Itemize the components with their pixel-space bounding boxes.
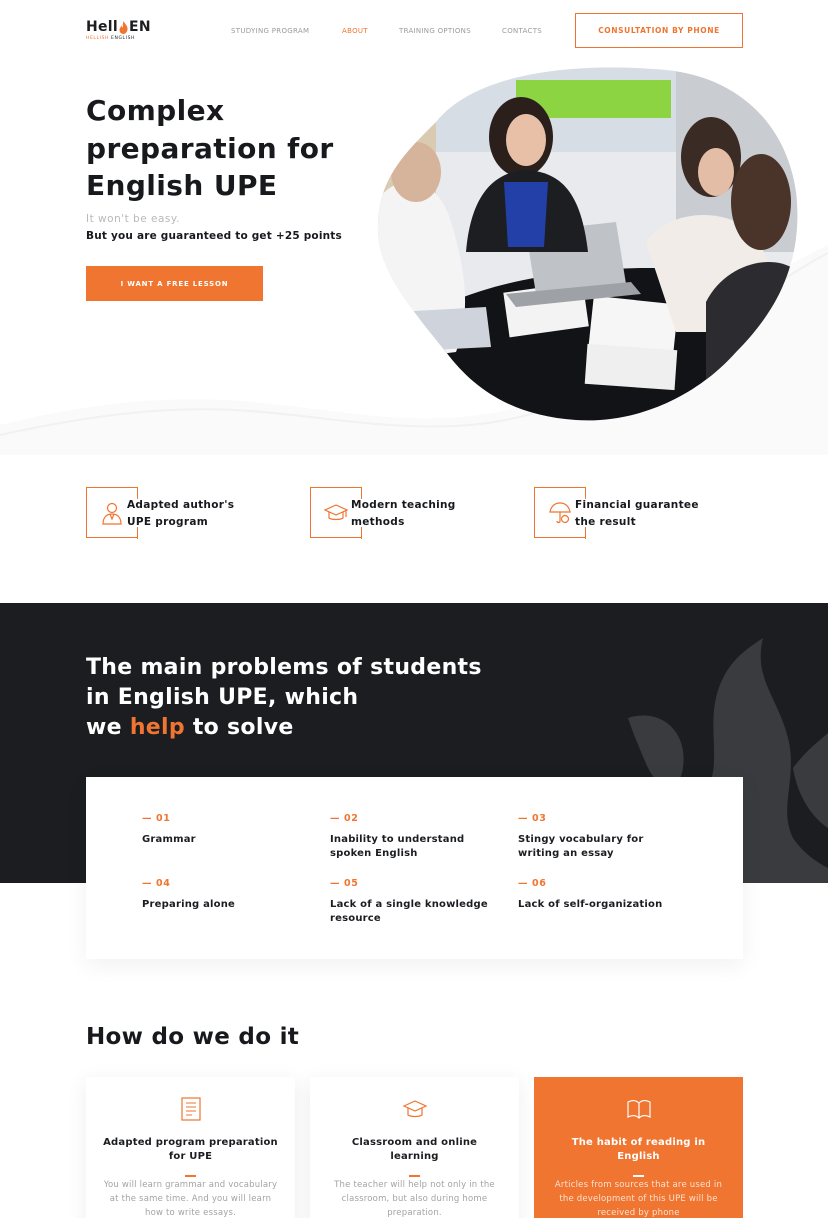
free-lesson-button[interactable]: I WANT A FREE LESSON <box>86 266 263 301</box>
how-card-text: You will learn grammar and vocabulary at… <box>103 1180 278 1218</box>
problem-label: Grammar <box>142 834 196 845</box>
how-card-divider <box>409 1175 420 1177</box>
nav-contacts[interactable]: CONTACTS <box>502 27 542 35</box>
how-card-text: The teacher will help not only in the cl… <box>334 1180 495 1218</box>
book-icon <box>627 1100 651 1119</box>
hero-title-line: Complex <box>86 94 225 127</box>
problem-number: — 02 <box>330 813 359 824</box>
how-card-divider <box>633 1175 644 1177</box>
how-card-title: Classroom and online learning <box>351 1137 478 1162</box>
graduation-cap-icon <box>402 1100 428 1118</box>
how-card-title: The habit of reading in English <box>571 1137 706 1162</box>
how-card-divider <box>185 1175 196 1177</box>
how-card-title: Adapted program preparation for UPE <box>103 1137 278 1162</box>
problem-number: — 04 <box>142 878 171 889</box>
feature-label: the result <box>575 515 636 528</box>
graduation-cap-icon <box>324 504 348 521</box>
problems-card: — 01 Grammar — 02 Inability to understan… <box>86 777 743 959</box>
problem-label: Preparing alone <box>142 899 236 910</box>
document-icon <box>181 1097 201 1121</box>
problems-title-highlight: help <box>129 715 185 740</box>
feature-label: Adapted author's <box>127 499 235 511</box>
umbrella-coin-icon <box>549 502 571 524</box>
problem-item: — 06 Lack of self-organization <box>518 878 718 912</box>
how-card-text: Articles from sources that are used in t… <box>554 1180 723 1218</box>
how-card-program: Adapted program preparation for UPE You … <box>86 1077 295 1218</box>
logo-sub-right: ENGLISH <box>111 36 136 41</box>
hero-title: Complex preparation for English UPE <box>86 92 386 205</box>
problems-title-line: in English UPE, which <box>86 685 359 710</box>
hero-subtitle-bold: But you are guaranteed to get +25 points <box>86 230 342 242</box>
problem-item: — 03 Stingy vocabulary for writing an es… <box>518 813 688 861</box>
problem-item: — 05 Lack of a single knowledge resource <box>330 878 500 926</box>
problem-number: — 05 <box>330 878 359 889</box>
feature-label: Financial guarantee <box>575 499 699 511</box>
how-card-learning: Classroom and online learning The teache… <box>310 1077 519 1218</box>
logo-text-left: Hell <box>86 19 119 35</box>
site-header: Hell EN HELLISH ENGLISH STUDYING PROGRAM… <box>0 0 828 62</box>
problem-item: — 04 Preparing alone <box>142 878 312 912</box>
problem-label: Lack of a single knowledge resource <box>330 899 488 924</box>
problems-title-line: The main problems of students <box>86 655 482 680</box>
problem-label: Lack of self-organization <box>518 899 663 910</box>
logo-sub-left: HELLISH <box>86 36 110 41</box>
nav-about[interactable]: ABOUT <box>342 27 368 35</box>
hero-title-line: preparation for <box>86 131 334 165</box>
hero-title-line: English UPE <box>86 169 278 202</box>
problem-number: — 01 <box>142 813 171 824</box>
problem-item: — 01 Grammar <box>142 813 312 847</box>
logo-text-right: EN <box>129 19 151 35</box>
problems-title-text: we <box>86 715 130 740</box>
problem-number: — 03 <box>518 813 547 824</box>
logo[interactable]: Hell EN HELLISH ENGLISH <box>86 19 151 41</box>
nav-training-options[interactable]: TRAINING OPTIONS <box>399 27 471 35</box>
hero-photo <box>377 67 798 421</box>
problems-title-text: to solve <box>184 715 294 740</box>
hero-subtitle-muted: It won't be easy. <box>86 213 180 225</box>
feature-label: methods <box>351 515 405 528</box>
problem-number: — 06 <box>518 878 547 889</box>
problem-item: — 02 Inability to understand spoken Engl… <box>330 813 500 861</box>
teacher-icon <box>102 502 122 525</box>
consultation-button[interactable]: CONSULTATION BY PHONE <box>575 13 743 48</box>
feature-label: Modern teaching <box>351 499 456 511</box>
how-card-reading: The habit of reading in English Articles… <box>534 1077 743 1218</box>
feature-label: UPE program <box>127 515 208 528</box>
flame-icon <box>119 20 128 34</box>
problem-label: Stingy vocabulary for writing an essay <box>518 834 644 859</box>
problem-label: Inability to understand spoken English <box>330 834 465 859</box>
problems-title: The main problems of students in English… <box>86 653 482 743</box>
nav-studying-program[interactable]: STUDYING PROGRAM <box>231 27 309 35</box>
how-title: How do we do it <box>86 1024 300 1050</box>
